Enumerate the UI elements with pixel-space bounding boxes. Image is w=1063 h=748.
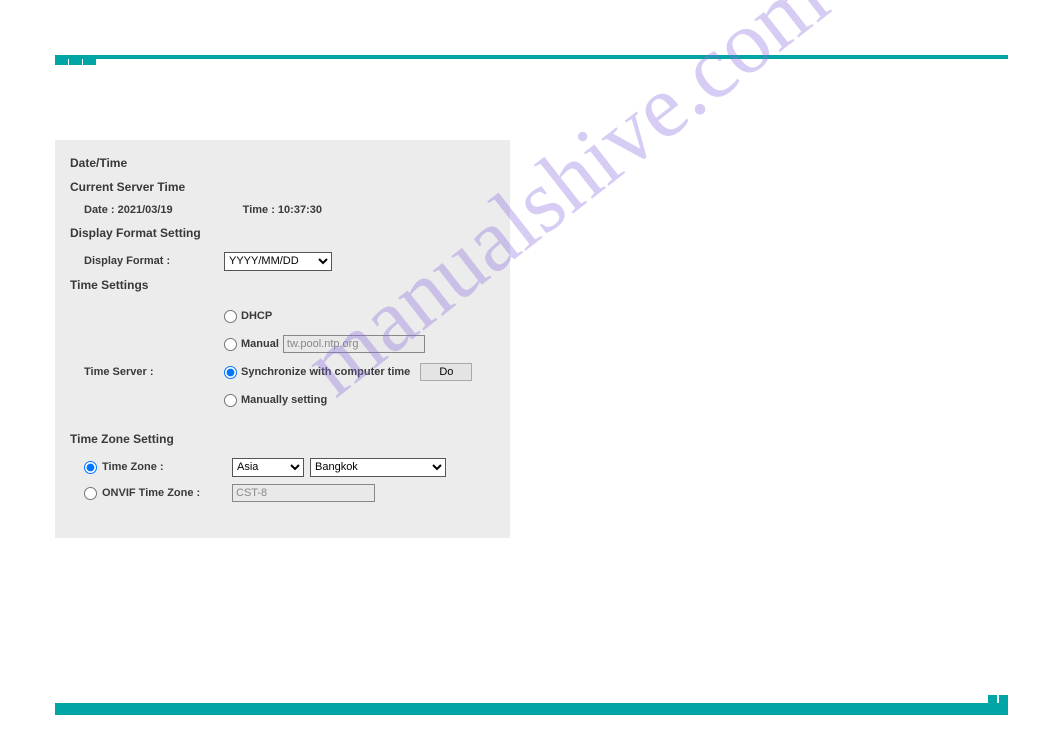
radio-sync[interactable] bbox=[224, 366, 237, 379]
onvif-timezone-input[interactable] bbox=[232, 484, 375, 502]
radio-timezone[interactable] bbox=[84, 461, 97, 474]
header-rule bbox=[55, 55, 1008, 59]
time-server-label: Time Server : bbox=[84, 366, 224, 378]
radio-dhcp[interactable] bbox=[224, 310, 237, 323]
radio-onvif-timezone[interactable] bbox=[84, 487, 97, 500]
server-date: Date : 2021/03/19 bbox=[84, 204, 173, 216]
region-select[interactable]: Asia bbox=[232, 458, 304, 477]
radio-manually-setting[interactable] bbox=[224, 394, 237, 407]
section-time-settings: Time Settings bbox=[70, 278, 495, 292]
server-time: Time : 10:37:30 bbox=[243, 204, 322, 216]
ntp-server-input[interactable] bbox=[283, 335, 425, 353]
datetime-panel: Date/Time Current Server Time Date : 202… bbox=[55, 140, 510, 538]
section-current-server-time: Current Server Time bbox=[70, 180, 495, 194]
display-format-select[interactable]: YYYY/MM/DD bbox=[224, 252, 332, 271]
radio-manual-label: Manual bbox=[241, 338, 279, 350]
timezone-label: Time Zone : bbox=[102, 461, 164, 473]
footer-squares bbox=[988, 695, 1008, 715]
radio-manually-label: Manually setting bbox=[241, 394, 327, 406]
city-select[interactable]: Bangkok bbox=[310, 458, 446, 477]
do-button[interactable]: Do bbox=[420, 363, 472, 381]
radio-manual[interactable] bbox=[224, 338, 237, 351]
display-format-label: Display Format : bbox=[84, 255, 224, 267]
header-squares bbox=[55, 55, 97, 65]
onvif-timezone-label: ONVIF Time Zone : bbox=[102, 487, 200, 499]
section-datetime: Date/Time bbox=[70, 156, 495, 170]
footer-rule bbox=[55, 703, 1008, 715]
section-timezone: Time Zone Setting bbox=[70, 432, 495, 446]
radio-sync-label: Synchronize with computer time bbox=[241, 366, 410, 378]
section-display-format: Display Format Setting bbox=[70, 226, 495, 240]
radio-dhcp-label: DHCP bbox=[241, 310, 272, 322]
